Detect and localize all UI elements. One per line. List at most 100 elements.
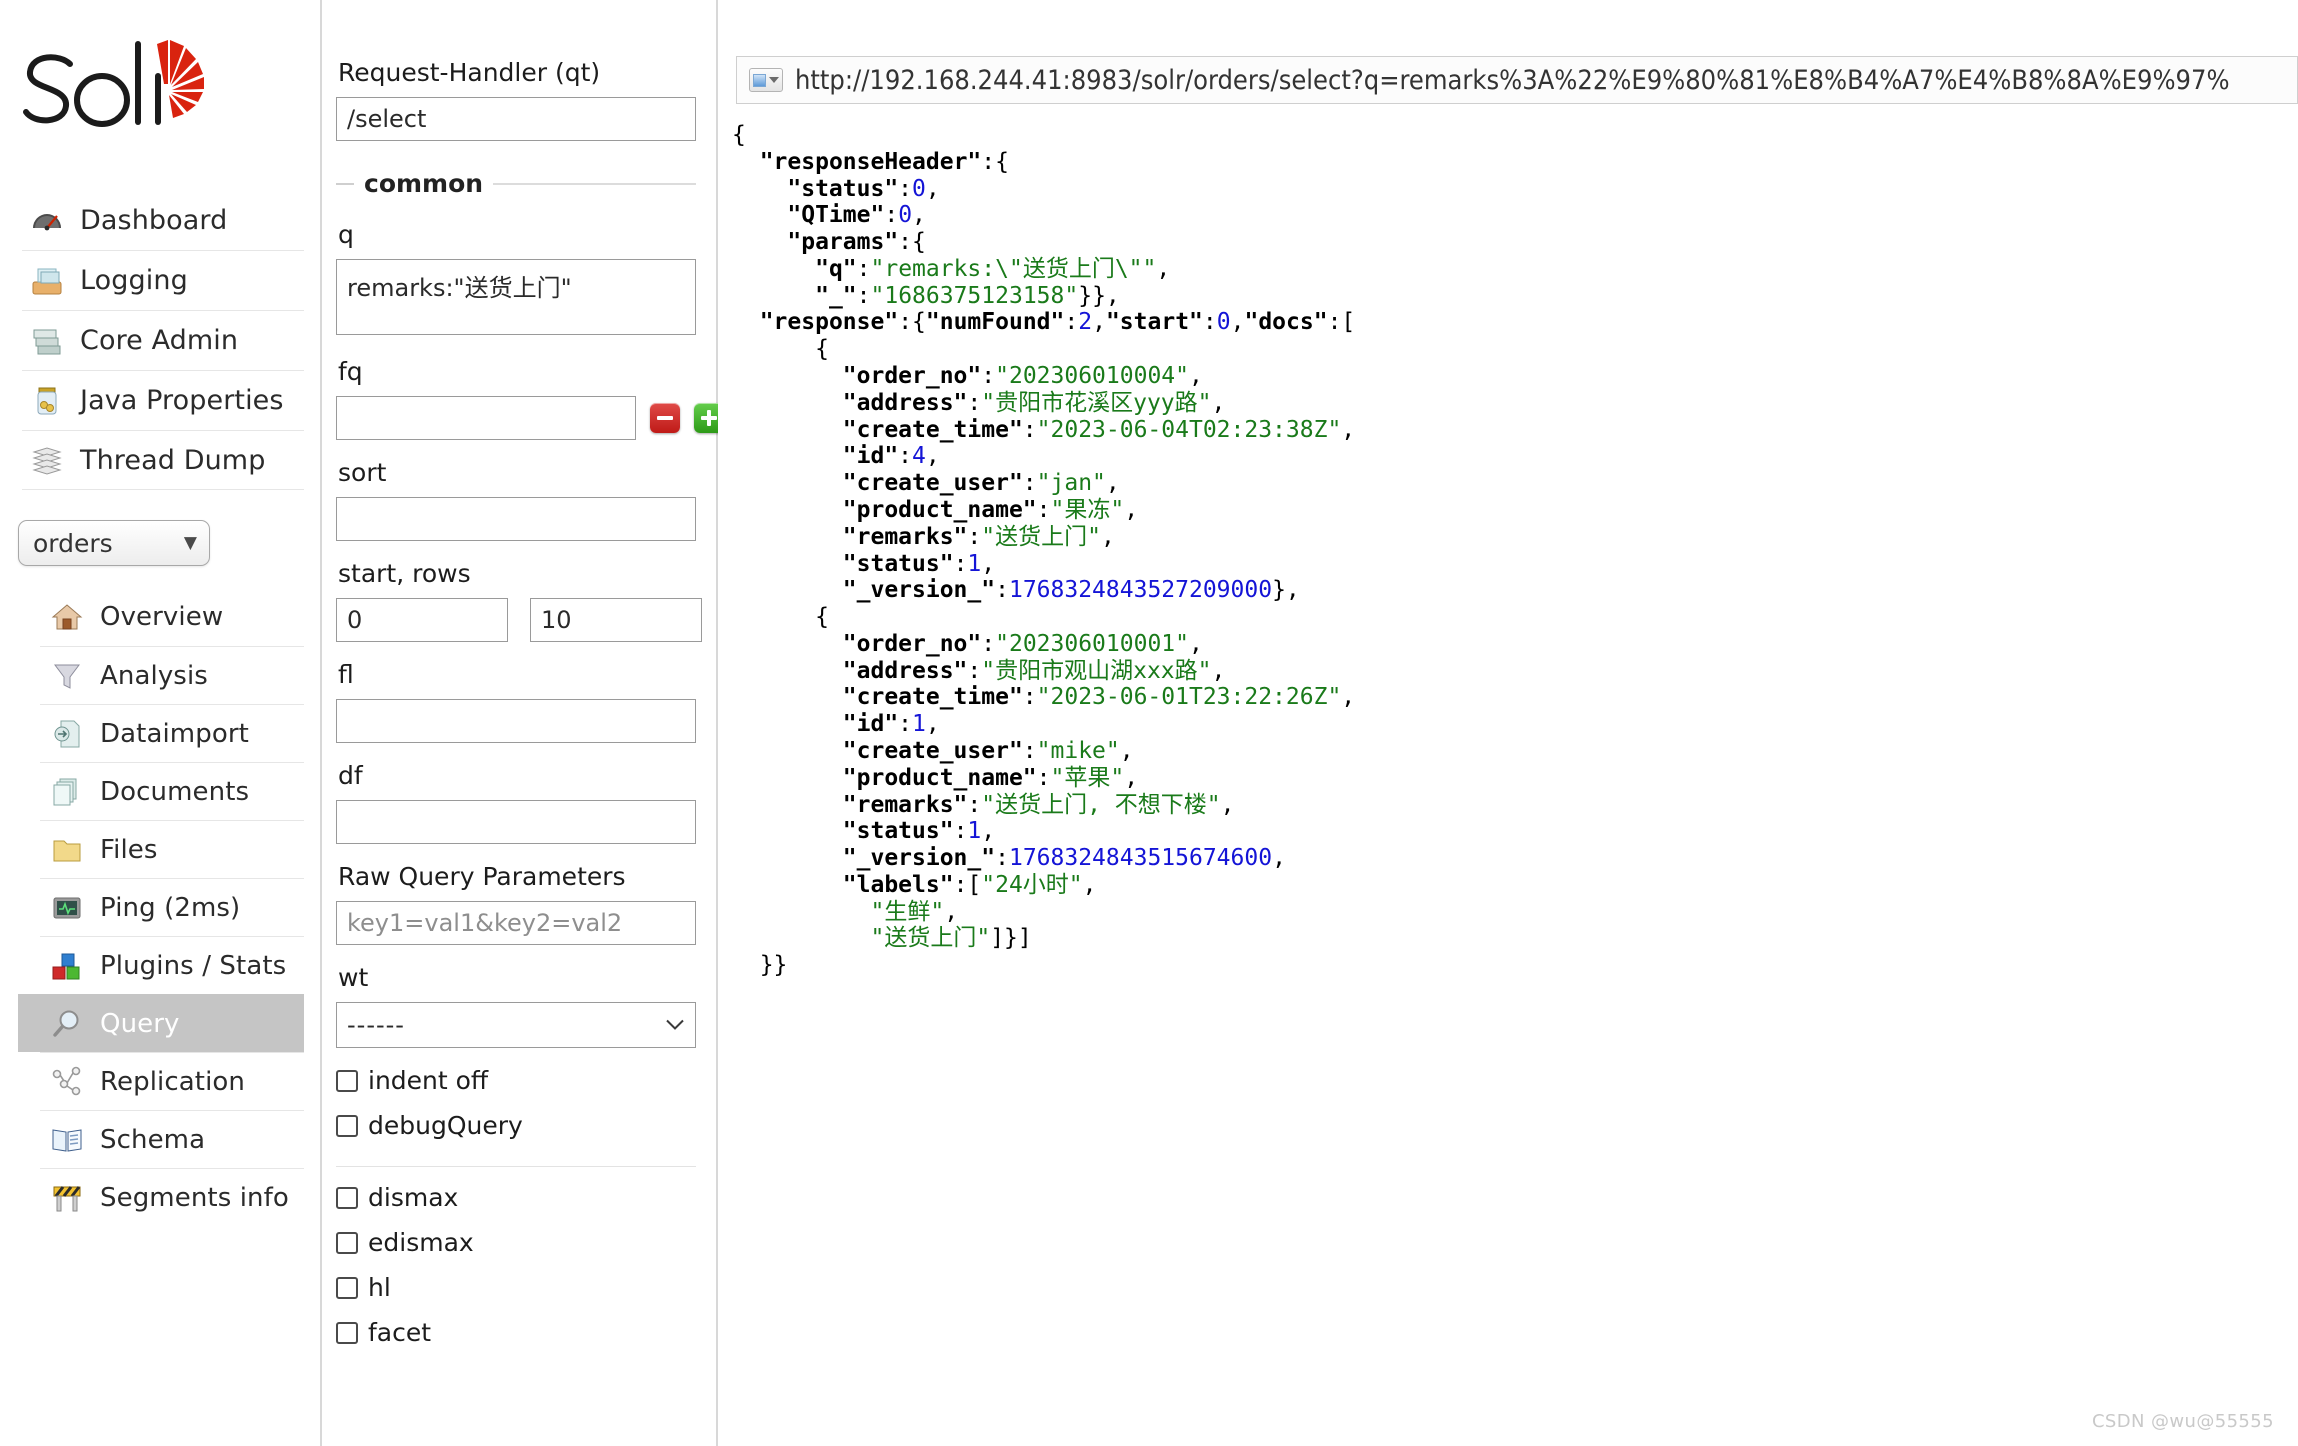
facet-row[interactable]: facet	[336, 1318, 696, 1347]
facet-label: facet	[368, 1318, 432, 1347]
debug-query-row[interactable]: debugQuery	[336, 1111, 696, 1140]
indent-off-checkbox[interactable]	[336, 1069, 358, 1092]
common-legend-label: common	[364, 169, 484, 198]
sidebar-item-label: Replication	[100, 1066, 245, 1097]
sidebar-item-label: Ping (2ms)	[100, 892, 241, 923]
sidebar-item-logging[interactable]: Logging	[22, 250, 304, 310]
magnifier-icon	[53, 1010, 79, 1037]
ping-monitor-icon	[53, 897, 81, 918]
core-selector[interactable]: orders ▼	[18, 520, 210, 566]
sidebar-item-label: Plugins / Stats	[100, 950, 287, 981]
window-glyph	[753, 73, 766, 87]
fq-group: fq	[336, 357, 724, 440]
folder-icon	[53, 840, 81, 861]
request-handler-input[interactable]	[336, 97, 696, 141]
raw-query-parameters-input[interactable]	[336, 901, 696, 945]
indent-off-row[interactable]: indent off	[336, 1066, 696, 1095]
fq-row	[336, 396, 724, 440]
hl-label: hl	[368, 1273, 391, 1302]
sort-group: sort	[336, 458, 696, 541]
query-form-panel: Request-Handler (qt) common q remarks:"送…	[322, 0, 724, 1446]
indent-off-label: indent off	[368, 1066, 489, 1095]
result-url-text: http://192.168.244.41:8983/solr/orders/s…	[795, 64, 2230, 96]
sidebar-item-core-admin[interactable]: Core Admin	[22, 310, 304, 370]
sidebar-item-thread-dump[interactable]: Thread Dump	[22, 430, 304, 490]
sidebar-item-replication[interactable]: Replication	[40, 1052, 304, 1110]
edismax-label: edismax	[368, 1228, 474, 1257]
edismax-checkbox[interactable]	[336, 1231, 358, 1254]
sidebar-item-ping[interactable]: Ping (2ms)	[40, 878, 304, 936]
sidebar-item-label: Java Properties	[80, 385, 284, 416]
sidebar-item-label: Logging	[80, 265, 188, 296]
rows-input[interactable]	[530, 598, 702, 642]
sidebar-item-label: Overview	[100, 602, 224, 632]
sidebar-item-documents[interactable]: Documents	[40, 762, 304, 820]
home-icon	[51, 604, 83, 630]
sidebar-item-analysis[interactable]: Analysis	[40, 646, 304, 704]
sidebar-item-label: Files	[100, 834, 158, 865]
request-handler-label: Request-Handler (qt)	[338, 58, 601, 87]
sidebar-item-dataimport[interactable]: Dataimport	[40, 704, 304, 762]
q-label: q	[338, 220, 354, 249]
fl-label: fl	[338, 660, 354, 689]
sidebar-item-dashboard[interactable]: Dashboard	[22, 190, 304, 250]
hl-row[interactable]: hl	[336, 1273, 696, 1302]
q-input[interactable]: remarks:"送货上门"	[336, 259, 696, 335]
solr-admin-page: Dashboard Logging Core Admin Java Proper…	[0, 0, 2298, 1446]
start-rows-label: start, rows	[338, 559, 471, 588]
query-result-panel: http://192.168.244.41:8983/solr/orders/s…	[718, 0, 2298, 1446]
edismax-row[interactable]: edismax	[336, 1228, 696, 1257]
caret-glyph	[769, 77, 779, 83]
sidebar-item-java-properties[interactable]: Java Properties	[22, 370, 304, 430]
solr-logo[interactable]	[0, 0, 322, 190]
start-input[interactable]	[336, 598, 508, 642]
debug-query-checkbox[interactable]	[336, 1114, 358, 1137]
common-legend: common	[336, 169, 696, 198]
result-url-bar[interactable]: http://192.168.244.41:8983/solr/orders/s…	[736, 56, 2298, 104]
start-rows-row	[336, 598, 702, 642]
dismax-checkbox[interactable]	[336, 1186, 358, 1209]
logging-tray-icon	[32, 268, 62, 294]
fq-input[interactable]	[336, 396, 636, 440]
sidebar-item-label: Dataimport	[100, 718, 249, 749]
sidebar-item-overview[interactable]: Overview	[40, 588, 304, 646]
funnel-icon	[54, 664, 80, 689]
wt-label: wt	[338, 963, 369, 992]
sidebar-item-segments-info[interactable]: Segments info	[40, 1168, 304, 1226]
fq-remove-button[interactable]	[650, 403, 680, 433]
sidebar: Dashboard Logging Core Admin Java Proper…	[0, 0, 322, 1446]
thread-dump-stack-icon	[32, 447, 62, 475]
hl-checkbox[interactable]	[336, 1276, 358, 1299]
sidebar-core-nav: Overview Analysis Dataimport Documents F…	[18, 588, 304, 1226]
dismax-row[interactable]: dismax	[336, 1183, 696, 1212]
core-selector-value: orders	[33, 528, 113, 558]
plugins-blocks-icon	[52, 953, 80, 979]
fl-input[interactable]	[336, 699, 696, 743]
sidebar-item-plugins-stats[interactable]: Plugins / Stats	[40, 936, 304, 994]
df-input[interactable]	[336, 800, 696, 844]
legend-dash	[336, 182, 354, 185]
sidebar-item-label: Documents	[100, 776, 250, 807]
core-selector-wrap: orders ▼	[0, 490, 322, 572]
wt-select[interactable]: ------	[336, 1002, 696, 1048]
watermark: CSDN @wu@55555	[2091, 1411, 2274, 1432]
window-dropdown-icon[interactable]	[749, 68, 783, 92]
java-properties-jar-icon	[37, 387, 57, 414]
core-admin-server-icon	[33, 329, 61, 354]
solr-logo-svg	[23, 40, 204, 127]
form-divider	[336, 1166, 696, 1167]
sort-input[interactable]	[336, 497, 696, 541]
sidebar-item-files[interactable]: Files	[40, 820, 304, 878]
raw-query-parameters-label: Raw Query Parameters	[338, 862, 626, 891]
documents-icon	[53, 778, 77, 805]
fq-label: fq	[338, 357, 363, 386]
start-rows-group: start, rows	[336, 559, 702, 642]
legend-line	[493, 182, 696, 185]
facet-checkbox[interactable]	[336, 1321, 358, 1344]
sidebar-item-label: Query	[100, 1008, 180, 1039]
wt-group: wt ------	[336, 963, 696, 1048]
sidebar-item-query[interactable]: Query	[18, 994, 304, 1052]
replication-nodes-icon	[52, 1066, 81, 1095]
sidebar-item-schema[interactable]: Schema	[40, 1110, 304, 1168]
sidebar-top-nav: Dashboard Logging Core Admin Java Proper…	[22, 190, 304, 490]
